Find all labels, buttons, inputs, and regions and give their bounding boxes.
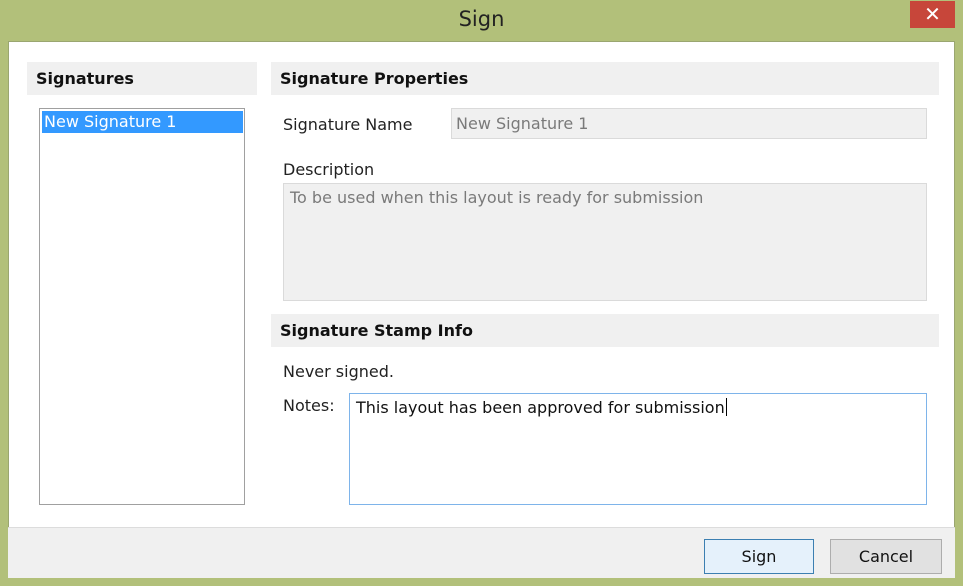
signature-stamp-info-header: Signature Stamp Info <box>271 314 939 347</box>
close-button[interactable]: ✕ <box>910 1 955 28</box>
cancel-button[interactable]: Cancel <box>830 539 942 574</box>
notes-textarea[interactable]: This layout has been approved for submis… <box>349 393 927 505</box>
signatures-header: Signatures <box>27 62 257 95</box>
close-icon: ✕ <box>924 2 941 26</box>
signature-properties-header: Signature Properties <box>271 62 939 95</box>
text-caret <box>725 398 727 416</box>
window-title: Sign <box>458 7 505 31</box>
notes-label: Notes: <box>283 396 335 415</box>
signature-name-field[interactable]: New Signature 1 <box>451 108 927 139</box>
notes-text: This layout has been approved for submis… <box>356 398 725 417</box>
description-label: Description <box>283 160 375 179</box>
sign-button[interactable]: Sign <box>704 539 814 574</box>
description-field[interactable]: To be used when this layout is ready for… <box>283 183 927 301</box>
title-bar[interactable]: Sign ✕ <box>0 0 963 41</box>
signed-status-text: Never signed. <box>283 362 394 381</box>
list-item-new-signature-1[interactable]: New Signature 1 <box>42 111 243 133</box>
signature-name-label: Signature Name <box>283 115 413 134</box>
signatures-list[interactable]: New Signature 1 <box>39 108 245 505</box>
